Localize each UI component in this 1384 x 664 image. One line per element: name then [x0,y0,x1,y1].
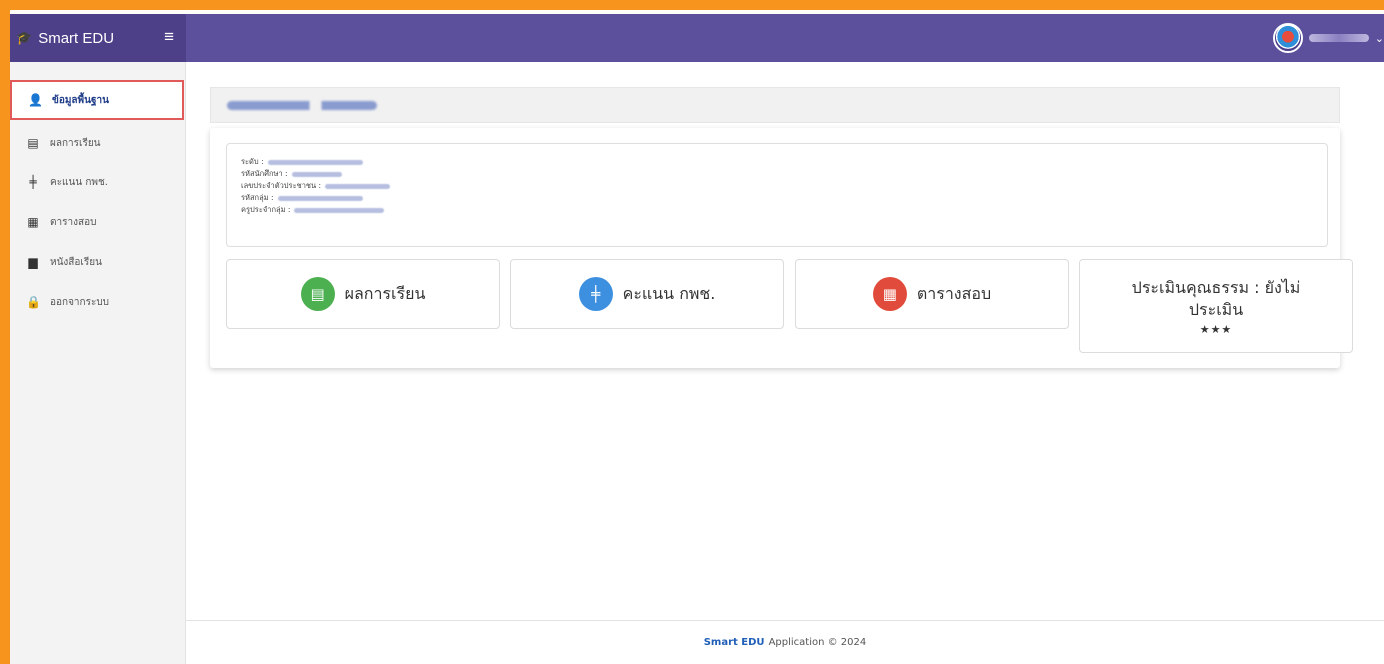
footer: Smart EDU Application © 2024 [186,620,1384,664]
brand[interactable]: 🎓 Smart EDU ≡ [10,14,186,62]
star-rating: ★★★ [1199,322,1233,336]
sidebar-item-label: ข้อมูลพื้นฐาน [52,94,109,106]
calendar-check-icon: ▦ [872,277,907,311]
moral-assessment-tile[interactable]: ประเมินคุณธรรม : ยังไม่ประเมิน ★★★ [1079,259,1353,353]
exam-tile[interactable]: ▦ ตารางสอบ [795,259,1069,329]
main-content: ระดับ : รหัสนักศึกษา : เลขประจำตัวประชาช… [186,62,1384,620]
sidebar-item-label: ตารางสอบ [50,216,97,228]
blurred-value [277,195,363,201]
blurred-value [325,183,391,189]
user-name-blurred [1308,34,1369,42]
id-card-icon: ▤ [300,277,335,311]
student-card: ระดับ : รหัสนักศึกษา : เลขประจำตัวประชาช… [210,128,1353,368]
info-group-id: รหัสกลุ่ม : [241,192,1313,204]
student-info-box: ระดับ : รหัสนักศึกษา : เลขประจำตัวประชาช… [226,143,1328,247]
signpost-icon: ╪ [29,175,37,189]
app: 🎓 Smart EDU ≡ ⌄ 👤 ข้อมูลพื้นฐาน ▤ ผลการเ… [10,14,1384,664]
brand-name: Smart EDU [38,29,115,47]
sidebar-item-books[interactable]: ▆ หนังสือเรียน [10,242,184,282]
blurred-value [291,171,342,177]
student-name-blurred [227,101,377,110]
blurred-value [294,207,385,213]
sidebar-item-logout[interactable]: 🔒 ออกจากระบบ [10,282,184,322]
blurred-value [267,159,363,165]
user-icon: 👤 [28,93,43,107]
book-icon: ▆ [28,255,38,269]
sidebar-item-score[interactable]: ╪ คะแนน กพช. [10,162,184,202]
id-card-icon: ▤ [27,136,39,150]
student-name-header [210,87,1340,123]
calendar-check-icon: ▦ [27,215,39,229]
sidebar-item-label: หนังสือเรียน [50,256,102,268]
sidebar: 👤 ข้อมูลพื้นฐาน ▤ ผลการเรียน ╪ คะแนน กพช… [10,62,186,664]
chevron-down-icon[interactable]: ⌄ [1375,32,1384,45]
signpost-icon: ╪ [578,277,613,311]
info-group-teacher: ครูประจำกลุ่ม : [241,204,1313,216]
info-level: ระดับ : [241,156,1313,168]
grades-tile[interactable]: ▤ ผลการเรียน [226,259,500,329]
user-menu[interactable]: ⌄ [1272,22,1384,54]
info-student-id: รหัสนักศึกษา : [241,168,1313,180]
footer-text: Application © 2024 [768,637,867,648]
footer-brand: Smart EDU [703,637,765,648]
sidebar-item-label: ผลการเรียน [50,137,101,149]
menu-toggle-icon[interactable]: ≡ [164,27,174,47]
top-navbar: 🎓 Smart EDU ≡ ⌄ [10,14,1384,62]
lock-icon: 🔒 [26,295,41,309]
info-citizen-id: เลขประจำตัวประชาชน : [241,180,1313,192]
sidebar-item-grades[interactable]: ▤ ผลการเรียน [10,123,184,163]
sidebar-item-profile[interactable]: 👤 ข้อมูลพื้นฐาน [10,80,184,120]
sidebar-item-label: คะแนน กพช. [50,176,108,188]
score-tile[interactable]: ╪ คะแนน กพช. [510,259,784,329]
sidebar-item-exam[interactable]: ▦ ตารางสอบ [10,202,184,242]
graduation-cap-icon: 🎓 [16,30,33,45]
avatar[interactable] [1272,23,1303,53]
sidebar-item-label: ออกจากระบบ [50,296,110,308]
